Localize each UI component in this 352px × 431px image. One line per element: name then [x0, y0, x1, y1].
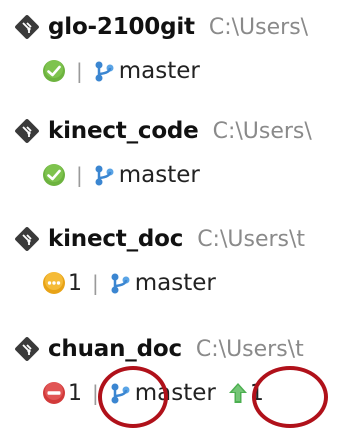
- repository-item[interactable]: chuan_doc C:\Users\t 1 | master 1: [0, 322, 352, 422]
- up-arrow-icon: [228, 383, 247, 403]
- repository-title-row: kinect_code C:\Users\: [14, 116, 312, 146]
- minus-circle-icon: [43, 382, 65, 404]
- repository-status-row: | master: [42, 159, 200, 191]
- branch-name: master: [134, 380, 216, 406]
- separator: |: [92, 381, 99, 405]
- check-circle-icon: [43, 164, 65, 186]
- branch-icon: [111, 273, 130, 294]
- repository-path: C:\Users\: [208, 14, 309, 40]
- git-repo-icon: [15, 15, 39, 39]
- separator: |: [76, 59, 83, 83]
- repository-title-row: kinect_doc C:\Users\t: [14, 224, 305, 254]
- repository-list: glo-2100git C:\Users\ | master kinect_co…: [0, 0, 352, 431]
- git-repo-icon: [15, 337, 39, 361]
- git-repo-icon: [15, 119, 39, 143]
- repository-title-row: chuan_doc C:\Users\t: [14, 334, 304, 364]
- repository-path: C:\Users\t: [195, 336, 304, 362]
- separator: |: [76, 163, 83, 187]
- branch-name: master: [118, 58, 200, 84]
- separator: |: [92, 271, 99, 295]
- branch-name: master: [118, 162, 200, 188]
- ahead-count: 1: [249, 380, 264, 406]
- branch-icon: [111, 383, 130, 404]
- repository-name: kinect_code: [48, 118, 199, 144]
- repository-title-row: glo-2100git C:\Users\: [14, 12, 308, 42]
- modified-circle-icon: [43, 272, 65, 294]
- repository-path: C:\Users\: [212, 118, 312, 144]
- branch-icon: [95, 61, 114, 82]
- repository-item[interactable]: kinect_doc C:\Users\t 1 | master: [0, 212, 352, 312]
- repository-name: kinect_doc: [48, 226, 184, 252]
- repository-status-row: | master: [42, 55, 200, 87]
- repository-name: chuan_doc: [48, 336, 182, 362]
- repository-status-row: 1 | master 1: [42, 377, 264, 409]
- git-repo-icon: [15, 227, 39, 251]
- branch-name: master: [134, 270, 216, 296]
- repository-item[interactable]: glo-2100git C:\Users\ | master: [0, 0, 352, 100]
- check-circle-icon: [43, 60, 65, 82]
- status-count: 1: [68, 380, 82, 406]
- branch-icon: [95, 165, 114, 186]
- repository-item[interactable]: kinect_code C:\Users\ | master: [0, 104, 352, 204]
- repository-name: glo-2100git: [48, 14, 195, 40]
- repository-path: C:\Users\t: [197, 226, 306, 252]
- status-count: 1: [68, 270, 82, 296]
- repository-status-row: 1 | master: [42, 267, 216, 299]
